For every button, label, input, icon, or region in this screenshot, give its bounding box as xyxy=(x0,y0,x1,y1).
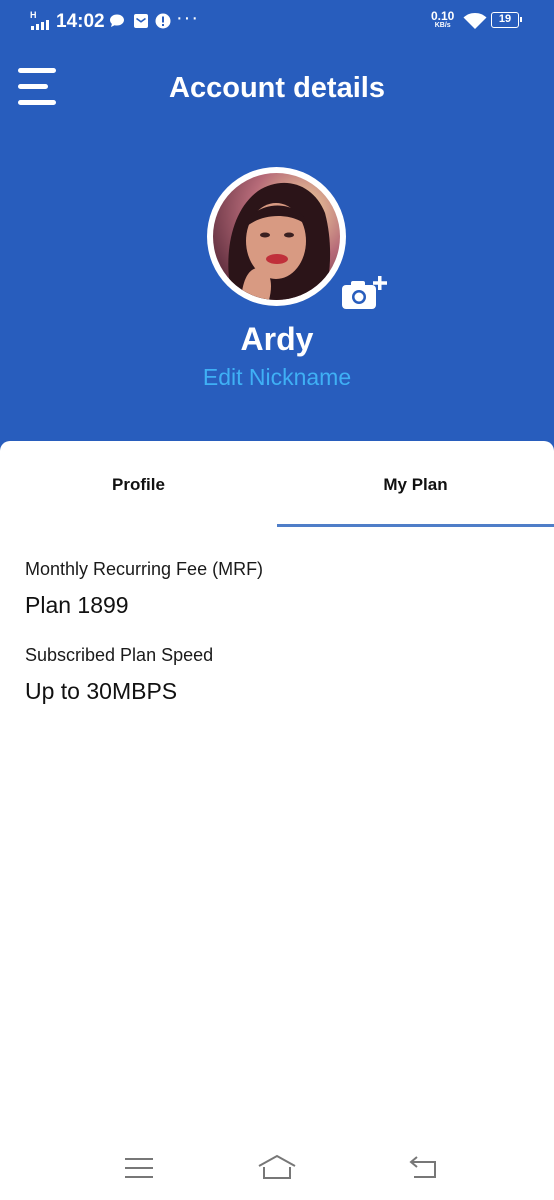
network-speed-unit: KB/s xyxy=(434,22,451,29)
network-speed: 0.10 KB/s xyxy=(431,9,455,31)
navigation-bar xyxy=(0,1140,554,1200)
tab-my-plan-label: My Plan xyxy=(383,475,448,494)
message-icon xyxy=(110,14,124,27)
recent-apps-icon[interactable] xyxy=(125,1157,153,1179)
wifi-icon xyxy=(463,13,487,29)
home-icon[interactable] xyxy=(257,1154,297,1180)
profile-name: Ardy xyxy=(240,321,314,357)
tab-profile-label: Profile xyxy=(112,475,165,494)
mail-icon xyxy=(134,14,148,28)
profile-photo xyxy=(213,173,340,300)
alert-icon xyxy=(155,13,171,29)
tab-my-plan[interactable]: My Plan xyxy=(277,441,554,527)
camera-plus-icon[interactable] xyxy=(340,271,390,311)
page-title: Account details xyxy=(169,72,385,104)
avatar[interactable] xyxy=(207,167,346,306)
more-notifications-icon: ··· xyxy=(176,7,199,29)
status-time: 14:02 xyxy=(56,11,105,32)
mrf-label: Monthly Recurring Fee (MRF) xyxy=(25,559,264,579)
plan-speed-label: Subscribed Plan Speed xyxy=(25,645,214,665)
signal-icon xyxy=(31,19,49,30)
details-card: Profile My Plan Monthly Recurring Fee (M… xyxy=(0,441,554,1200)
edit-nickname-link[interactable]: Edit Nickname xyxy=(0,362,554,392)
active-tab-indicator xyxy=(277,524,554,527)
plan-speed-value: Up to 30MBPS xyxy=(25,678,178,704)
status-bar: H 14:02 ··· 0.10 KB/s 19 xyxy=(0,0,554,42)
battery-icon: 19 xyxy=(491,12,522,28)
tab-profile[interactable]: Profile xyxy=(0,441,277,527)
mrf-value: Plan 1899 xyxy=(25,592,129,618)
back-icon[interactable] xyxy=(408,1155,438,1179)
network-speed-value: 0.10 xyxy=(431,9,455,23)
header: H 14:02 ··· 0.10 KB/s 19 Account details… xyxy=(0,0,554,470)
